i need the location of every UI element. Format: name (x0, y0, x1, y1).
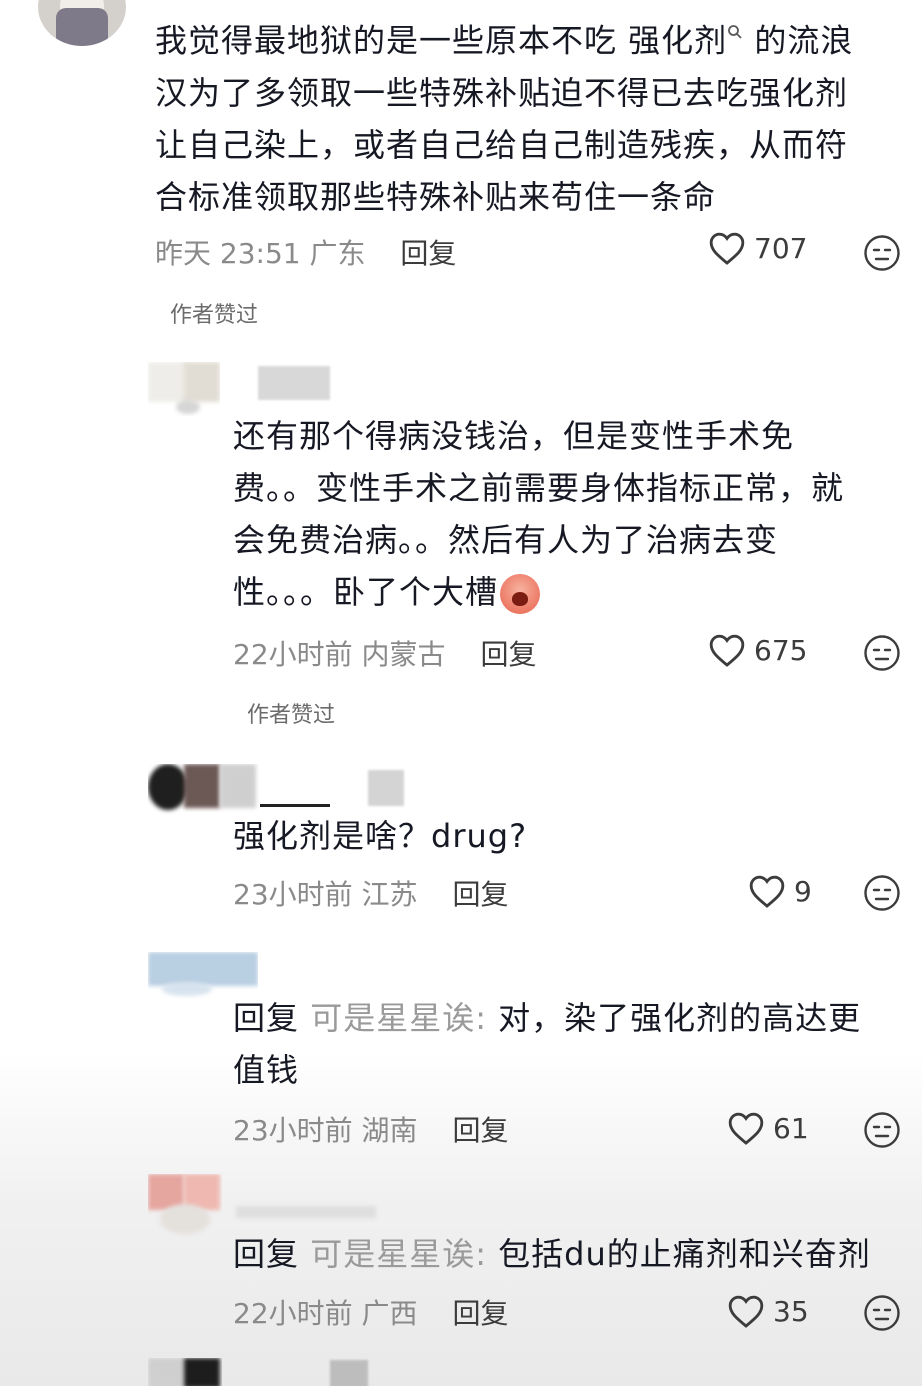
comment-time: 23小时前 (233, 1114, 353, 1147)
comment-text-line: 费。。变性手术之前需要身体指标正常，就 (233, 469, 845, 507)
avatar[interactable] (38, 0, 126, 46)
comment-list-page: 我觉得最地狱的是一些原本不吃 强化剂 的流浪 汉为了多领取一些特殊补贴迫不得已去… (0, 0, 922, 1386)
like-button[interactable]: 9 (748, 873, 812, 909)
comment-location: 广西 (361, 1297, 418, 1330)
reply-button[interactable]: 回复 (400, 237, 456, 270)
avatar[interactable] (148, 1358, 222, 1386)
dislike-face-icon[interactable] (862, 1110, 902, 1150)
username-redacted (368, 770, 404, 806)
avatar[interactable] (148, 1174, 222, 1238)
comment-text-line: 包括du的止痛剂和兴奋剂 (486, 1235, 871, 1273)
like-button[interactable]: 35 (727, 1293, 809, 1329)
like-count: 707 (754, 231, 808, 265)
crying-emoji-icon (500, 574, 541, 614)
comment-text: 还有那个得病没钱治，但是变性手术免 费。。变性手术之前需要身体指标正常，就 会免… (233, 410, 844, 618)
reply-prefix: 回复 (233, 1235, 300, 1273)
heart-icon (749, 875, 785, 908)
comment-location: 内蒙古 (361, 638, 446, 671)
comment-text-line: 的流浪 (743, 21, 854, 60)
like-count: 35 (773, 1294, 809, 1328)
comment-meta: 23小时前 江苏 回复 (233, 873, 508, 913)
comment-time: 昨天 23:51 (155, 237, 301, 270)
heart-icon (728, 1112, 764, 1145)
like-count: 61 (773, 1111, 809, 1145)
author-liked-badge: 作者赞过 (170, 303, 259, 328)
username-redacted (236, 1206, 376, 1218)
heart-icon (709, 232, 745, 265)
comment-text-line: 我觉得最地狱的是一些原本不吃 强化剂 (155, 21, 728, 60)
comment-text-line: 合标准领取那些特殊补贴来苟住一条命 (155, 177, 717, 216)
comment-meta: 23小时前 湖南 回复 (233, 1109, 508, 1149)
comment-text-line: 还有那个得病没钱治，但是变性手术免 (233, 417, 795, 455)
dislike-face-icon[interactable] (862, 233, 902, 273)
username-redacted (330, 1360, 368, 1386)
comment-location: 广东 (309, 237, 366, 270)
like-button[interactable]: 675 (708, 632, 807, 668)
comment-meta: 昨天 23:51 广东 回复 (155, 232, 456, 272)
comment-time: 23小时前 (233, 878, 353, 911)
comment-text-line: 性。。。卧了个大槽 (233, 573, 499, 611)
comment-meta: 22小时前 内蒙古 回复 (233, 633, 536, 673)
like-button[interactable]: 61 (727, 1110, 809, 1146)
reply-button[interactable]: 回复 (452, 1297, 508, 1330)
dislike-face-icon[interactable] (862, 633, 902, 673)
username-redacted (258, 366, 330, 400)
comment-text: 我觉得最地狱的是一些原本不吃 强化剂 的流浪 汉为了多领取一些特殊补贴迫不得已去… (155, 10, 853, 223)
dislike-face-icon[interactable] (862, 873, 902, 913)
comment-text-line: 汉为了多领取一些特殊补贴迫不得已去吃强化剂 (155, 73, 849, 112)
reply-button[interactable]: 回复 (452, 878, 508, 911)
author-liked-badge: 作者赞过 (247, 703, 336, 728)
reply-target-user[interactable]: 可是星星诶: (310, 1235, 487, 1273)
reply-target-user[interactable]: 可是星星诶: (310, 999, 487, 1037)
comment-text-line: 对，染了强化剂的高达更 (486, 999, 862, 1037)
bottom-fade-overlay (0, 1050, 922, 1386)
comment-time: 22小时前 (233, 638, 353, 671)
heart-icon (709, 634, 745, 667)
reply-button[interactable]: 回复 (452, 1114, 508, 1147)
reply-button[interactable]: 回复 (480, 638, 536, 671)
comment-text: 回复 可是星星诶: 包括du的止痛剂和兴奋剂 (233, 1228, 871, 1280)
comment-text: 回复 可是星星诶: 对，染了强化剂的高达更 值钱 (233, 992, 861, 1096)
comment-location: 江苏 (361, 878, 418, 911)
comment-text-line: 让自己染上，或者自己给自己制造残疾，从而符 (155, 125, 849, 164)
comment-time: 22小时前 (233, 1297, 353, 1330)
dislike-face-icon[interactable] (862, 1293, 902, 1333)
heart-icon (728, 1295, 764, 1328)
like-button[interactable]: 707 (708, 230, 807, 266)
comment-text-line: 强化剂是啥？drug? (233, 817, 528, 855)
like-count: 675 (754, 633, 808, 667)
comment-meta: 22小时前 广西 回复 (233, 1292, 508, 1332)
comment-text: 强化剂是啥？drug? (233, 810, 527, 862)
username-redacted (260, 804, 330, 807)
like-count: 9 (794, 874, 812, 908)
avatar[interactable] (148, 362, 220, 416)
comment-text-line: 会免费治病。。然后有人为了治病去变 (233, 521, 779, 559)
comment-text-line: 值钱 (233, 1051, 300, 1089)
reply-prefix: 回复 (233, 999, 300, 1037)
search-icon[interactable] (727, 25, 743, 44)
comment-location: 湖南 (361, 1114, 418, 1147)
